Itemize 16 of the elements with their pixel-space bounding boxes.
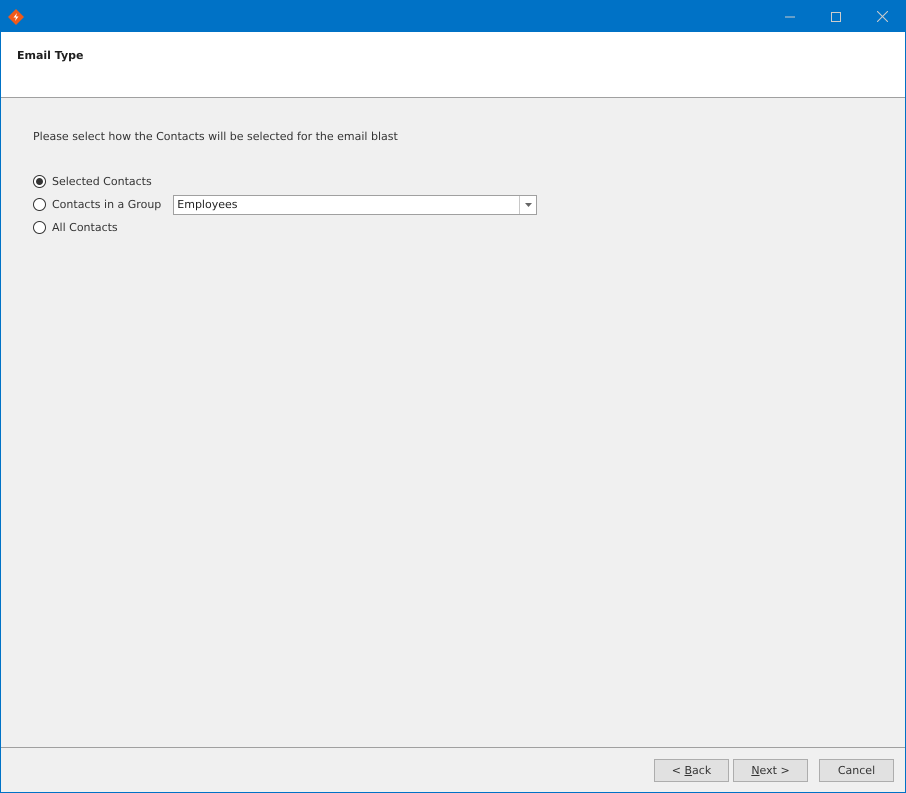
radio-button[interactable] — [33, 221, 46, 234]
page-title: Email Type — [17, 49, 84, 62]
wizard-button[interactable]: Next > — [733, 758, 808, 782]
radio-button[interactable] — [33, 198, 46, 211]
radio-label: All Contacts — [52, 221, 118, 234]
app-logo-icon — [7, 8, 25, 26]
radio-label: Contacts in a Group — [52, 198, 162, 211]
wizard-button[interactable]: Cancel — [819, 758, 894, 782]
wizard-button[interactable]: < Back — [654, 758, 729, 782]
group-dropdown[interactable]: Employees — [173, 194, 538, 214]
radio-button[interactable] — [33, 175, 46, 188]
radio-label: Selected Contacts — [52, 175, 152, 188]
instruction-text: Please select how the Contacts will be selected for the email blast — [33, 130, 399, 143]
dropdown-arrow-icon — [524, 202, 532, 206]
maximize-icon — [831, 12, 841, 22]
close-icon — [876, 11, 888, 22]
